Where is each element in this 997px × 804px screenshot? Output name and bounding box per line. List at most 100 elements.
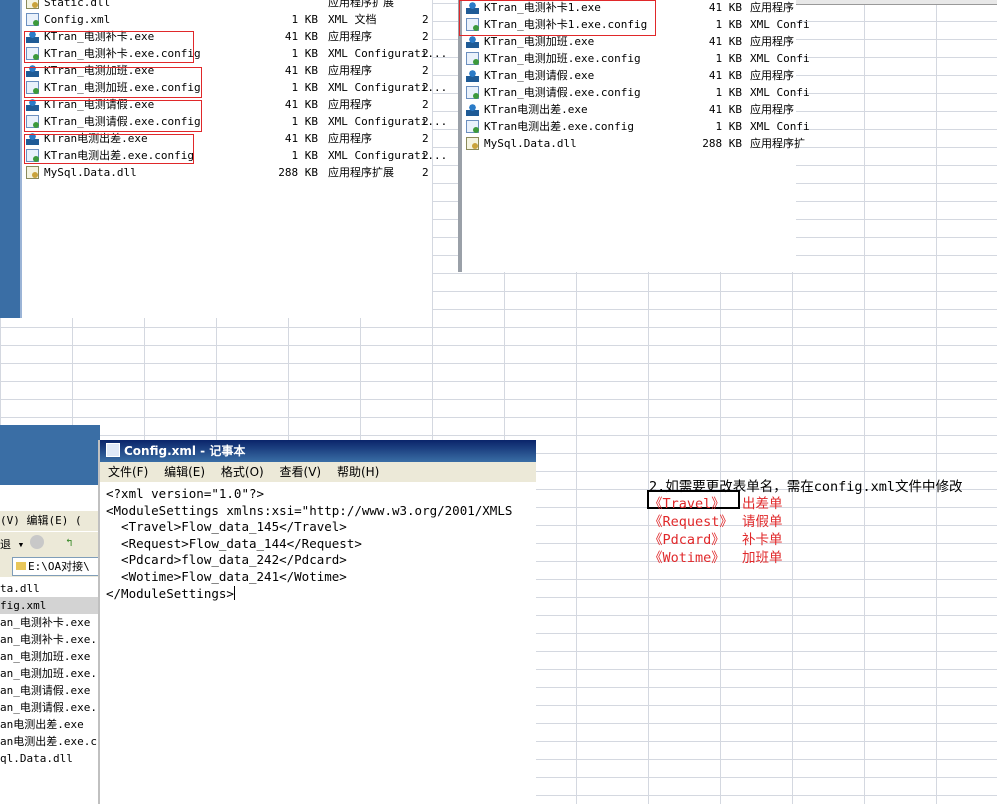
highlight-box-wotime (24, 67, 202, 98)
config-file-icon (466, 86, 479, 99)
file-type: 应用程序扩 (750, 137, 805, 150)
file-size: 1 KB (291, 13, 319, 26)
right-file-row[interactable]: KTran_电测加班.exe.config 1 KB XML Confi (466, 50, 810, 67)
background-explorer-menu[interactable]: (V) 编辑(E) ( (0, 511, 100, 531)
file-size: 41 KB (708, 35, 742, 48)
file-size: 1 KB (715, 18, 743, 31)
file-type: XML Configurati... (328, 47, 448, 60)
application-icon (466, 103, 479, 116)
right-file-row[interactable]: KTran_电测请假.exe 41 KB 应用程序 (466, 67, 796, 84)
explorer-right-panel: KTran_电测补卡1.exe 41 KB 应用程序 KTran_电测补卡1.exe.… (458, 0, 810, 272)
bg-file-item[interactable]: an电测出差.exe (0, 716, 100, 733)
file-date: 2 (422, 98, 429, 111)
file-type: 应用程序 (750, 35, 794, 48)
notepad-window: Config.xml - 记事本 文件(F) 编辑(E) 格式(O) 查看(V)… (98, 440, 536, 804)
file-date: 2 (422, 115, 429, 128)
file-size: 1 KB (715, 52, 743, 65)
file-type: 应用程序 (750, 1, 794, 14)
left-file-row[interactable]: Config.xml 1 KB XML 文档 2 (26, 11, 432, 28)
notepad-titlebar: Config.xml - 记事本 (100, 440, 536, 462)
file-type: XML Configurati... (328, 115, 448, 128)
bg-file-item[interactable]: ql.Data.dll (0, 750, 100, 767)
address-value: E:\OA对接\ (28, 560, 90, 573)
bg-file-item[interactable]: fig.xml (0, 597, 100, 614)
bg-file-item[interactable]: an_电测加班.exe. (0, 665, 100, 682)
file-name: KTran_电测请假.exe.config (484, 86, 641, 99)
file-size: 41 KB (284, 64, 318, 77)
notepad-text-area[interactable]: <?xml version="1.0"?> <ModuleSettings xm… (106, 486, 512, 602)
highlight-box-travel (24, 134, 194, 164)
config-file-icon (26, 13, 39, 26)
file-size: 41 KB (284, 98, 318, 111)
file-type: 应用程序 (328, 132, 372, 145)
background-explorer: (V) 编辑(E) ( 退 ▾ ↰ E:\OA对接\ ta.dll fig.xml… (0, 425, 102, 804)
dll-file-icon (26, 166, 39, 179)
back-button[interactable]: 退 ▾ (0, 536, 24, 552)
file-type: XML Confi (750, 18, 810, 31)
notepad-icon (106, 443, 120, 457)
background-file-list: ta.dll fig.xml an_电测补卡.exe an_电测补卡.exe. an_电… (0, 580, 100, 767)
file-type: XML Configurati... (328, 149, 448, 162)
menu-format[interactable]: 格式(O) (221, 465, 264, 479)
tag-pdcard-key: 《Pdcard》 (649, 532, 725, 548)
file-type: 应用程序 (328, 30, 372, 43)
text-caret (233, 585, 235, 600)
file-date: 2 (422, 166, 429, 179)
highlight-box-renamed-config (459, 0, 656, 36)
left-file-row[interactable]: Static.dll 应用程序扩展 (26, 0, 432, 11)
file-date: 2 (422, 132, 429, 145)
menu-help[interactable]: 帮助(H) (337, 465, 379, 479)
file-size: 41 KB (284, 132, 318, 145)
notepad-title: Config.xml - 记事本 (124, 444, 246, 458)
bg-file-item[interactable]: an_电测请假.exe. (0, 699, 100, 716)
background-explorer-titlebar (0, 425, 100, 485)
file-date: 2 (422, 64, 429, 77)
file-type: 应用程序扩展 (328, 166, 394, 179)
address-input[interactable]: E:\OA对接\ (12, 557, 102, 576)
menu-edit[interactable]: 编辑(E) (164, 465, 205, 479)
file-date: 2 (422, 47, 429, 60)
right-file-row[interactable]: MySql.Data.dll 288 KB 应用程序扩 (466, 135, 805, 152)
file-type: XML 文档 (328, 13, 377, 26)
bg-file-item[interactable]: an_电测加班.exe (0, 648, 100, 665)
menu-view[interactable]: 查看(V) (280, 465, 322, 479)
tag-pdcard-value: 补卡单 (742, 532, 783, 548)
file-size: 41 KB (708, 103, 742, 116)
bg-file-item[interactable]: ta.dll (0, 580, 100, 597)
tag-request-key: 《Request》 (649, 514, 733, 530)
file-size: 288 KB (278, 166, 318, 179)
file-name: Static.dll (44, 0, 111, 9)
bg-menu-items[interactable]: (V) 编辑(E) ( (0, 514, 82, 527)
right-file-row[interactable]: KTran_电测请假.exe.config 1 KB XML Confi (466, 84, 810, 101)
bg-file-item[interactable]: an电测出差.exe.c (0, 733, 100, 750)
file-size: 1 KB (291, 81, 319, 94)
menu-file[interactable]: 文件(F) (108, 465, 148, 479)
dll-file-icon (26, 0, 39, 9)
xml-line-4: <Request>Flow_data_144</Request> (106, 535, 362, 551)
xml-line-1: <?xml version="1.0"?> (106, 486, 265, 501)
bg-file-item[interactable]: an_电测补卡.exe (0, 614, 100, 631)
file-size: 1 KB (291, 149, 319, 162)
xml-line-5: <Pdcard>flow_data_242</Pdcard> (106, 552, 347, 568)
file-name: MySql.Data.dll (484, 137, 577, 150)
forward-button[interactable] (30, 535, 44, 549)
tag-travel-value: 出差单 (742, 496, 783, 512)
application-icon (466, 35, 479, 48)
tag-request-value: 请假单 (742, 514, 783, 530)
xml-line-2: <ModuleSettings xmlns:xsi="http://www.w3… (106, 502, 513, 518)
file-date: 2 (422, 13, 429, 26)
file-date: 2 (422, 149, 429, 162)
left-file-row[interactable]: MySql.Data.dll 288 KB 应用程序扩展 2 (26, 164, 432, 181)
file-size: 1 KB (715, 86, 743, 99)
background-explorer-address-bar: E:\OA对接\ (0, 555, 102, 577)
config-file-icon (466, 120, 479, 133)
right-file-row[interactable]: KTran电测出差.exe.config 1 KB XML Confi (466, 118, 810, 135)
file-type: XML Confi (750, 120, 810, 133)
bg-file-item[interactable]: an_电测补卡.exe. (0, 631, 100, 648)
folder-icon (16, 562, 26, 570)
file-type: XML Configurati... (328, 81, 448, 94)
bg-file-item[interactable]: an_电测请假.exe (0, 682, 100, 699)
up-folder-icon[interactable]: ↰ (66, 536, 73, 549)
right-file-row[interactable]: KTran电测出差.exe 41 KB 应用程序 (466, 101, 796, 118)
xml-line-6: <Wotime>Flow_data_241</Wotime> (106, 568, 347, 584)
